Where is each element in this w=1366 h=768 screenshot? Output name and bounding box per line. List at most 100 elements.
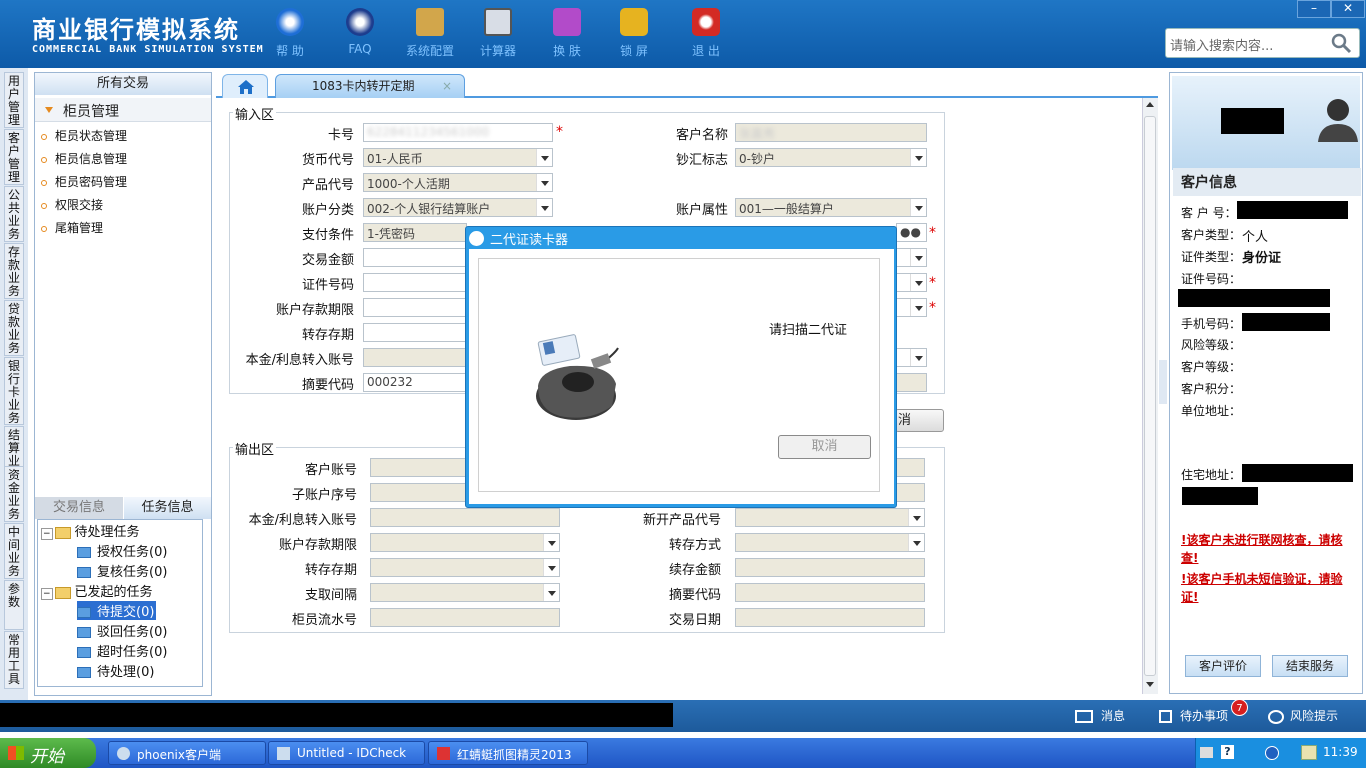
checkbox-icon — [1159, 710, 1172, 723]
cash-flag-select[interactable]: 0-钞户 — [735, 148, 927, 167]
right-select-1[interactable] — [896, 248, 927, 267]
menu-teller-status[interactable]: 柜员状态管理 — [41, 127, 211, 144]
output-section-title: 输出区 — [233, 439, 277, 458]
start-button[interactable]: 开始 — [0, 738, 96, 768]
out-renew-amt-label: 续存金额 — [668, 563, 721, 578]
folder-icon — [54, 586, 71, 599]
product-select[interactable]: 1000-个人活期 — [363, 173, 553, 192]
config-button[interactable]: 系统配置 — [395, 8, 465, 59]
menu-tail-box[interactable]: 尾箱管理 — [41, 219, 211, 236]
warning-network-check-link[interactable]: !该客户未进行联网核查，请核查! — [1181, 531, 1359, 567]
cust-level-label: 客户等级： — [1181, 360, 1242, 374]
lock-button[interactable]: 锁 屏 — [599, 8, 669, 59]
id-no-field[interactable] — [363, 273, 467, 292]
back-arrow-icon[interactable] — [1265, 746, 1279, 760]
messages-button[interactable]: 消息 — [1075, 707, 1125, 724]
input-section-title: 输入区 — [233, 104, 277, 123]
vtab-bank-card[interactable]: 银行卡业务 — [4, 357, 24, 425]
tree-waiting[interactable]: 待处理(0) — [77, 661, 154, 680]
menu-permission-handover[interactable]: 权限交接 — [41, 196, 211, 213]
collapse-right-handle[interactable] — [1159, 360, 1167, 404]
scroll-down-icon[interactable] — [1146, 682, 1154, 687]
end-service-button[interactable]: 结束服务 — [1272, 655, 1348, 677]
chevron-down-icon — [536, 149, 552, 166]
help-button[interactable]: 帮 助 — [255, 8, 325, 59]
tree-rejected[interactable]: 驳回任务(0) — [77, 621, 167, 640]
vtab-tools[interactable]: 常用工具 — [4, 631, 24, 689]
right-select-4[interactable] — [896, 348, 927, 367]
chevron-down-icon — [536, 199, 552, 216]
keyboard-icon[interactable] — [1200, 747, 1213, 758]
password-field[interactable]: ●● — [896, 223, 927, 242]
tree-pending-tasks[interactable]: − 待处理任务 — [41, 521, 140, 540]
tree-timeout[interactable]: 超时任务(0) — [77, 641, 167, 660]
right-select-3[interactable] — [896, 298, 927, 317]
amount-field[interactable] — [363, 248, 467, 267]
risk-alert-button[interactable]: 风险提示 — [1268, 707, 1338, 724]
out-summary-label: 摘要代码 — [668, 588, 721, 603]
vtab-funds[interactable]: 资金业务 — [4, 466, 24, 522]
acct-attr-select[interactable]: 001—一般结算户 — [735, 198, 927, 217]
vtab-user-mgmt[interactable]: 用户管理 — [4, 72, 24, 128]
summary-code-field[interactable]: 000232 — [363, 373, 467, 392]
tree-initiated-tasks[interactable]: − 已发起的任务 — [41, 581, 153, 600]
tab-task-info[interactable]: 任务信息 — [124, 497, 211, 519]
cancel-button-partial[interactable]: 消 — [895, 409, 944, 432]
tree-to-submit[interactable]: 待提交(0) — [77, 601, 157, 620]
right-select-2[interactable] — [896, 273, 927, 292]
tab-card-to-fixed[interactable]: 1083卡内转开定期 × — [275, 74, 465, 98]
redacted-id-no — [1178, 289, 1330, 307]
vtab-customer-mgmt[interactable]: 客户管理 — [4, 129, 24, 185]
chevron-down-icon — [908, 509, 924, 526]
deposit-term-label: 账户存款期限 — [275, 303, 354, 318]
amount-label: 交易金额 — [301, 253, 354, 268]
faq-button[interactable]: FAQ — [325, 8, 395, 56]
tab-close-icon[interactable]: × — [442, 75, 452, 97]
menu-teller-info[interactable]: 柜员信息管理 — [41, 150, 211, 167]
tree-review-tasks[interactable]: 复核任务(0) — [77, 561, 167, 580]
dialog-cancel-button[interactable]: 取消 — [778, 435, 871, 459]
taskbar-idcheck[interactable]: Untitled - IDCheck — [268, 741, 425, 765]
customer-eval-button[interactable]: 客户评价 — [1185, 655, 1261, 677]
vtab-public-business[interactable]: 公共业务 — [4, 186, 24, 242]
card-no-label: 卡号 — [327, 128, 354, 143]
redacted-home-addr-2 — [1182, 487, 1258, 505]
deposit-term-select[interactable] — [363, 298, 467, 317]
vtab-intermediary[interactable]: 中间业务 — [4, 523, 24, 579]
help-tray-icon[interactable]: ? — [1221, 745, 1234, 759]
out-withdraw-label: 支取间隔 — [304, 588, 357, 603]
window-close-button[interactable]: ✕ — [1331, 0, 1365, 18]
vtab-parameters[interactable]: 参数 — [4, 580, 24, 630]
interest-acct-field — [363, 348, 467, 367]
scrollbar-thumb[interactable] — [1144, 116, 1156, 676]
search-icon[interactable] — [1330, 32, 1352, 54]
tab-home[interactable] — [222, 74, 268, 98]
skin-button[interactable]: 换 肤 — [532, 8, 602, 59]
teller-mgmt-group[interactable]: 柜员管理 — [35, 98, 211, 122]
vtab-deposit[interactable]: 存款业务 — [4, 243, 24, 299]
calculator-button[interactable]: 计算器 — [463, 8, 533, 59]
acct-class-select[interactable]: 002-个人银行结算账户 — [363, 198, 553, 217]
pay-cond-select[interactable]: 1-凭密码 — [363, 223, 467, 242]
phone-label: 手机号码： — [1181, 317, 1242, 331]
tree-auth-tasks[interactable]: 授权任务(0) — [77, 541, 167, 560]
card-no-field[interactable]: 6228411234561000 — [363, 123, 553, 142]
clock[interactable]: 11:39 — [1323, 745, 1358, 759]
chevron-down-icon — [910, 299, 926, 316]
tab-transaction-info[interactable]: 交易信息 — [35, 497, 123, 519]
taskbar-phoenix[interactable]: phoenix客户端 — [108, 741, 266, 765]
window-minimize-button[interactable]: – — [1297, 0, 1331, 18]
currency-select[interactable]: 01-人民币 — [363, 148, 553, 167]
todo-button[interactable]: 待办事项 — [1159, 707, 1228, 724]
renew-term-field[interactable] — [363, 323, 467, 342]
all-transactions-header[interactable]: 所有交易 — [35, 73, 211, 95]
antivirus-icon[interactable] — [1301, 745, 1317, 760]
vtab-loan[interactable]: 贷款业务 — [4, 300, 24, 356]
taskbar-screenshot-tool[interactable]: 红蜻蜓抓图精灵2013 — [428, 741, 588, 765]
chevron-down-icon — [910, 199, 926, 216]
warning-sms-verify-link[interactable]: !该客户手机未短信验证，请验证! — [1181, 570, 1359, 606]
menu-teller-password[interactable]: 柜员密码管理 — [41, 173, 211, 190]
scroll-up-icon[interactable] — [1146, 102, 1154, 107]
exit-button[interactable]: 退 出 — [671, 8, 741, 59]
acct-class-label: 账户分类 — [301, 203, 354, 218]
